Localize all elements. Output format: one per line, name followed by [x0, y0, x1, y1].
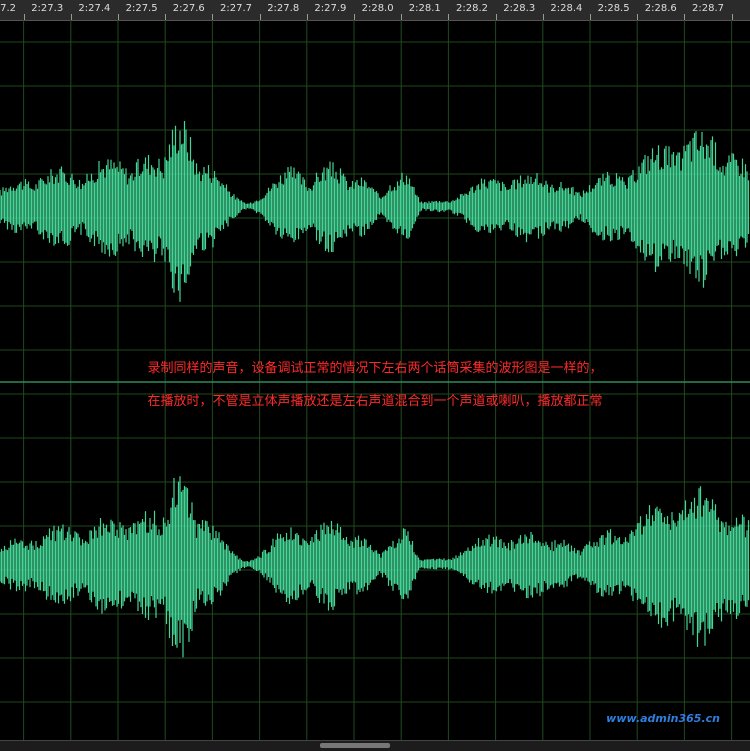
timeline-label: 2:27.3 [31, 3, 64, 14]
timeline-label: 2:27.4 [78, 3, 111, 14]
annotation-line-1: 录制同样的声音，设备调试正常的情况下左右两个话筒采集的波形图是一样的， [147, 361, 603, 376]
timeline-label: 2:28.4 [550, 3, 583, 14]
timeline-label: 2:28.0 [361, 3, 394, 14]
watermark: www.admin365.cn [606, 712, 720, 725]
timeline-label: 2:27.7 [220, 3, 252, 14]
timeline-label: 2:27.2 [0, 3, 16, 14]
timeline-label: 2:28.2 [456, 3, 488, 14]
timeline-label: 2:27.8 [267, 3, 300, 14]
timeline-ruler[interactable]: 2:27.2 2:27.3 2:27.4 2:27.5 2:27.6 2:27.7 2:27… [0, 0, 750, 21]
horizontal-scrollbar[interactable] [0, 740, 750, 751]
grid-lines [0, 20, 750, 740]
timeline-label: 2:28.7 [692, 3, 724, 14]
scrollbar-thumb[interactable] [320, 743, 390, 748]
left-channel-waveform[interactable] [0, 121, 750, 302]
timeline-label: 2:27.5 [125, 3, 158, 14]
timeline-label: 2:28.1 [408, 3, 441, 14]
timeline-label: 2:28.5 [597, 3, 630, 14]
right-channel-waveform[interactable] [0, 476, 750, 658]
timeline-label: 2:27.6 [172, 3, 205, 14]
timeline-label: 2:28.3 [503, 3, 536, 14]
timeline-label: 2:28.6 [644, 3, 677, 14]
timeline-label: 2:27.9 [314, 3, 347, 14]
waveform-editor[interactable] [0, 20, 750, 740]
annotation-line-2: 在播放时，不管是立体声播放还是左右声道混合到一个声道或喇叭，播放都正常 [147, 394, 603, 409]
